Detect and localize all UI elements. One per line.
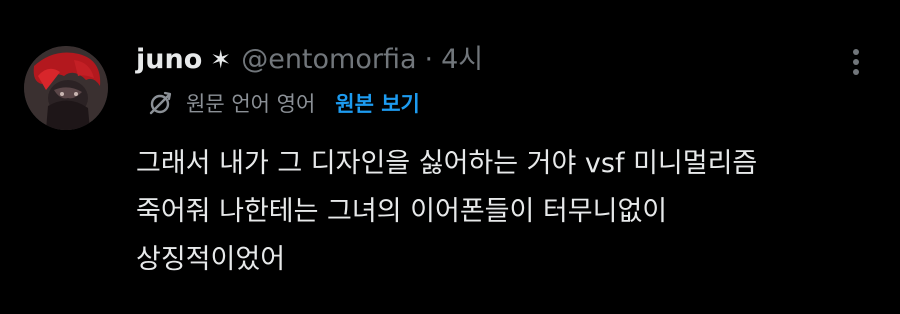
translate-icon: [146, 90, 174, 118]
avatar-image: [24, 46, 108, 130]
tweet[interactable]: juno ✶ @entomorfia · 4시 원문 언어 영어 원본 보기 그…: [0, 0, 900, 314]
tweet-text-line-3: 상징적이었어: [136, 244, 286, 275]
translation-bar: 원문 언어 영어 원본 보기: [146, 86, 420, 122]
avatar[interactable]: [24, 46, 108, 130]
show-original-link[interactable]: 원본 보기: [335, 86, 420, 122]
star-icon: ✶: [210, 45, 232, 74]
timestamp[interactable]: 4시: [441, 40, 483, 80]
tweet-text-line-2: 죽어줘 나한테는 그녀의 이어폰들이 터무니없이: [136, 196, 668, 227]
tweet-text: 그래서 내가 그 디자인을 싫어하는 거야 vsf 미니멀리즘 죽어줘 나한테는…: [136, 140, 876, 284]
more-options-button[interactable]: [842, 46, 870, 80]
more-vertical-icon: [853, 49, 859, 75]
separator-dot: ·: [424, 44, 434, 75]
source-language-label: 원문 언어 영어: [186, 92, 316, 116]
tweet-text-line-1: 그래서 내가 그 디자인을 싫어하는 거야 vsf 미니멀리즘: [136, 148, 758, 179]
user-handle[interactable]: @entomorfia: [241, 40, 416, 80]
tweet-header: juno ✶ @entomorfia · 4시: [136, 40, 483, 80]
display-name[interactable]: juno: [136, 40, 202, 80]
